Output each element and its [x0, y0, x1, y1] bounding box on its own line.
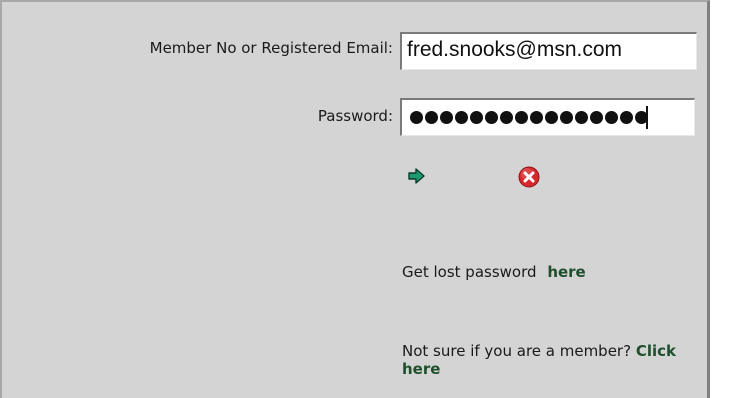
member-id-label: Member No or Registered Email:: [149, 39, 393, 57]
password-dot: [500, 111, 513, 124]
member-id-value: fred.snooks@msn.com: [407, 38, 623, 61]
password-dot: [605, 111, 618, 124]
member-check-row: Not sure if you are a member? Click here: [402, 342, 702, 378]
lost-password-link[interactable]: here: [547, 263, 585, 281]
password-dot: [620, 111, 633, 124]
password-dot: [470, 111, 483, 124]
submit-arrow-icon[interactable]: [408, 167, 426, 185]
password-dot: [560, 111, 573, 124]
password-label: Password:: [317, 107, 393, 125]
password-dot: [410, 111, 423, 124]
cancel-x-icon[interactable]: [518, 166, 540, 188]
password-dot: [485, 111, 498, 124]
lost-password-row: Get lost password here: [402, 263, 586, 281]
password-dot: [575, 111, 588, 124]
password-dot: [425, 111, 438, 124]
member-id-input[interactable]: fred.snooks@msn.com: [400, 32, 697, 70]
password-dot: [530, 111, 543, 124]
login-panel: Member No or Registered Email: fred.snoo…: [0, 0, 710, 398]
password-dot: [455, 111, 468, 124]
password-input[interactable]: [400, 98, 695, 136]
member-check-text: Not sure if you are a member?: [402, 342, 636, 360]
password-dot: [440, 111, 453, 124]
text-caret: [646, 106, 648, 129]
password-dot: [515, 111, 528, 124]
password-mask: [410, 111, 648, 124]
password-dot: [590, 111, 603, 124]
lost-password-text: Get lost password: [402, 263, 537, 281]
password-dot: [545, 111, 558, 124]
